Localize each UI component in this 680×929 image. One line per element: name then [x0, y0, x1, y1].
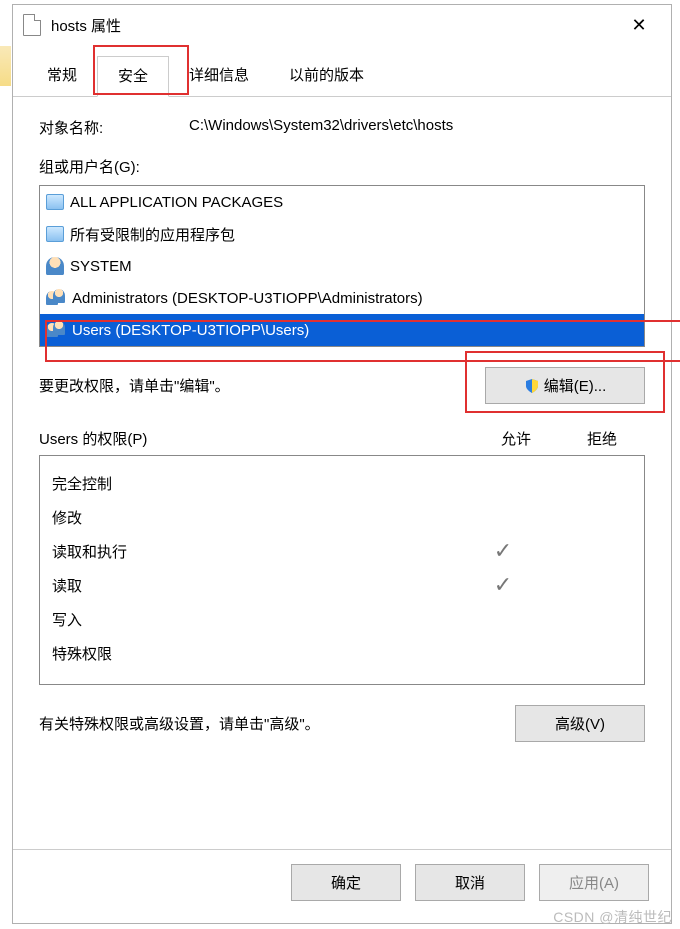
permission-row: 修改: [52, 500, 632, 534]
advanced-button[interactable]: 高级(V): [515, 705, 645, 742]
deny-header: 拒绝: [559, 428, 645, 449]
users-icon: [46, 321, 66, 339]
permission-name: 特殊权限: [52, 643, 460, 664]
ok-button-label: 确定: [331, 872, 361, 893]
allow-header: 允许: [473, 428, 559, 449]
allow-cell: ✓: [460, 572, 546, 598]
watermark: CSDN @清纯世纪: [553, 907, 672, 927]
object-name-value: C:\Windows\System32\drivers\etc\hosts: [189, 117, 645, 138]
cancel-button-label: 取消: [455, 872, 485, 893]
window-title: hosts 属性: [51, 15, 617, 36]
apply-button-label: 应用(A): [569, 872, 619, 893]
properties-dialog: hosts 属性 ✕ 常规 安全 详细信息 以前的版本 对象名称: C:\Win…: [12, 4, 672, 924]
file-icon: [23, 14, 41, 36]
user-icon: [46, 257, 64, 275]
titlebar: hosts 属性 ✕: [13, 5, 671, 45]
tab-previous-versions[interactable]: 以前的版本: [269, 56, 384, 97]
permission-name: 读取: [52, 575, 460, 596]
advanced-row: 有关特殊权限或高级设置，请单击"高级"。 高级(V): [39, 705, 645, 742]
object-name-label: 对象名称:: [39, 117, 189, 138]
tab-label: 安全: [118, 68, 148, 85]
permission-row: 完全控制: [52, 466, 632, 500]
shield-icon: [524, 378, 540, 394]
list-item-label: Administrators (DESKTOP-U3TIOPP\Administ…: [72, 290, 423, 307]
list-item-label: SYSTEM: [70, 258, 132, 275]
groups-listbox[interactable]: ALL APPLICATION PACKAGES 所有受限制的应用程序包 SYS…: [39, 185, 645, 347]
tab-general[interactable]: 常规: [27, 56, 97, 97]
permission-row: 读取 ✓: [52, 568, 632, 602]
list-item-label: ALL APPLICATION PACKAGES: [70, 194, 283, 211]
tab-label: 详细信息: [189, 67, 249, 84]
allow-cell: ✓: [460, 538, 546, 564]
list-item[interactable]: 所有受限制的应用程序包: [40, 218, 644, 250]
tab-label: 以前的版本: [289, 67, 364, 84]
background-strip: [0, 46, 11, 86]
edit-row: 要更改权限，请单击"编辑"。 编辑(E)...: [39, 367, 645, 404]
permission-row: 特殊权限: [52, 636, 632, 670]
permission-row: 读取和执行 ✓: [52, 534, 632, 568]
permissions-header: Users 的权限(P) 允许 拒绝: [39, 428, 645, 449]
permissions-list: 完全控制 修改 读取和执行 ✓ 读取 ✓ 写入: [39, 455, 645, 685]
object-name-row: 对象名称: C:\Windows\System32\drivers\etc\ho…: [39, 117, 645, 138]
permission-name: 读取和执行: [52, 541, 460, 562]
tab-security[interactable]: 安全: [97, 56, 169, 97]
apply-button[interactable]: 应用(A): [539, 864, 649, 901]
list-item[interactable]: Administrators (DESKTOP-U3TIOPP\Administ…: [40, 282, 644, 314]
advanced-button-label: 高级(V): [555, 713, 605, 734]
security-panel: 对象名称: C:\Windows\System32\drivers\etc\ho…: [13, 97, 671, 752]
users-icon: [46, 289, 66, 307]
list-item-label: 所有受限制的应用程序包: [70, 224, 235, 245]
list-item-label: Users (DESKTOP-U3TIOPP\Users): [72, 322, 309, 339]
list-item[interactable]: ALL APPLICATION PACKAGES: [40, 186, 644, 218]
permissions-title: Users 的权限(P): [39, 428, 473, 449]
permission-row: 写入: [52, 602, 632, 636]
edit-hint: 要更改权限，请单击"编辑"。: [39, 375, 485, 396]
edit-button[interactable]: 编辑(E)...: [485, 367, 645, 404]
permission-name: 写入: [52, 609, 460, 630]
package-icon: [46, 226, 64, 242]
tab-label: 常规: [47, 67, 77, 84]
tab-details[interactable]: 详细信息: [169, 56, 269, 97]
package-icon: [46, 194, 64, 210]
close-button[interactable]: ✕: [617, 7, 661, 43]
edit-button-label: 编辑(E)...: [544, 375, 607, 396]
ok-button[interactable]: 确定: [291, 864, 401, 901]
cancel-button[interactable]: 取消: [415, 864, 525, 901]
list-item[interactable]: SYSTEM: [40, 250, 644, 282]
permission-name: 完全控制: [52, 473, 460, 494]
groups-label: 组或用户名(G):: [39, 156, 645, 177]
list-item-selected[interactable]: Users (DESKTOP-U3TIOPP\Users): [40, 314, 644, 346]
permission-name: 修改: [52, 507, 460, 528]
advanced-hint: 有关特殊权限或高级设置，请单击"高级"。: [39, 713, 515, 734]
tab-strip: 常规 安全 详细信息 以前的版本: [13, 45, 671, 97]
